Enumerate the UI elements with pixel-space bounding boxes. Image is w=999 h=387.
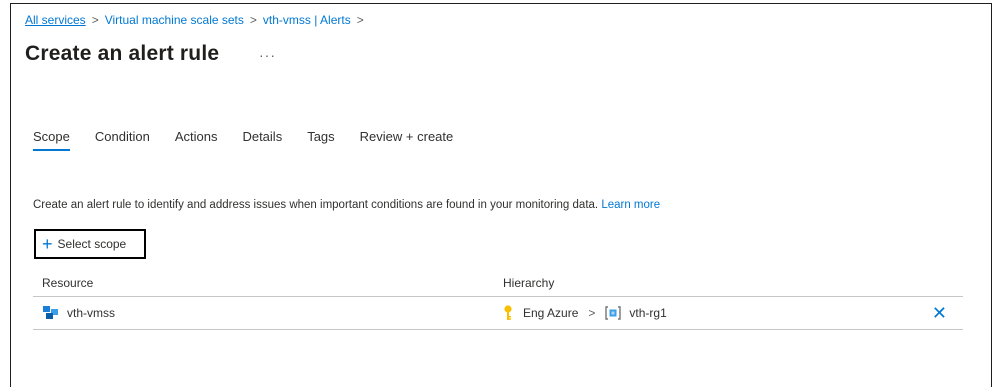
tab-details[interactable]: Details xyxy=(242,129,282,151)
breadcrumb: All services > Virtual machine scale set… xyxy=(25,13,370,27)
column-header-resource: Resource xyxy=(42,276,94,290)
resource-name: vth-vmss xyxy=(67,306,115,320)
table-row: vth-vmss Eng Azure > vth-rg1 ✕ xyxy=(33,297,963,330)
plus-icon: + xyxy=(42,234,53,254)
breadcrumb-separator: > xyxy=(91,13,99,27)
description: Create an alert rule to identify and add… xyxy=(33,199,660,211)
close-icon[interactable]: ✕ xyxy=(932,303,947,324)
column-header-hierarchy: Hierarchy xyxy=(503,276,555,290)
tab-bar: Scope Condition Actions Details Tags Rev… xyxy=(33,129,478,151)
tab-scope[interactable]: Scope xyxy=(33,129,70,151)
resource-cell: vth-vmss xyxy=(43,306,115,320)
breadcrumb-vmss[interactable]: Virtual machine scale sets xyxy=(105,13,244,27)
description-text: Create an alert rule to identify and add… xyxy=(33,199,599,211)
select-scope-label: Select scope xyxy=(57,237,127,251)
select-scope-button[interactable]: + Select scope xyxy=(34,229,146,259)
tab-actions[interactable]: Actions xyxy=(175,129,218,151)
tab-condition[interactable]: Condition xyxy=(95,129,150,151)
resource-group-icon xyxy=(605,306,622,320)
breadcrumb-separator: > xyxy=(249,13,257,27)
more-options-button[interactable]: ··· xyxy=(259,47,276,63)
learn-more-link[interactable]: Learn more xyxy=(601,199,660,211)
subscription-name: Eng Azure xyxy=(523,306,579,320)
breadcrumb-vmss-alerts[interactable]: vth-vmss | Alerts xyxy=(263,13,351,27)
key-icon xyxy=(504,305,512,320)
breadcrumb-separator: > xyxy=(356,13,364,27)
tab-review-create[interactable]: Review + create xyxy=(360,129,454,151)
table-header: Resource Hierarchy xyxy=(33,276,963,297)
tab-tags[interactable]: Tags xyxy=(307,129,334,151)
chevron-right-icon: > xyxy=(588,306,596,320)
vmss-icon xyxy=(43,306,59,320)
resource-group-name: vth-rg1 xyxy=(629,306,667,320)
breadcrumb-all-services[interactable]: All services xyxy=(25,13,86,27)
page-title: Create an alert rule xyxy=(25,42,220,65)
hierarchy-cell: Eng Azure > vth-rg1 xyxy=(503,305,667,321)
